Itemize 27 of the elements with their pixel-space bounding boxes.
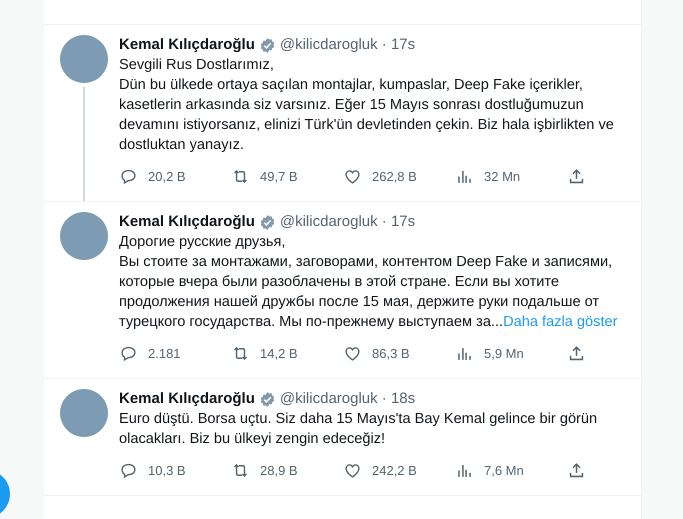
author-name[interactable]: Kemal Kılıçdaroğlu	[119, 35, 255, 55]
stat-count: 10,3 B	[148, 462, 186, 478]
handle-and-time: @kilicdarogluk · 18s	[280, 389, 416, 409]
handle-and-time: @kilicdarogluk · 17s	[280, 35, 416, 55]
tweet-text: Дорогие русские друзья, Вы стоите за монтажами, заговорами, контентом Deep Fake и записями, которые вчера были разоблачены в этой стране. Если вы хотите продолжения нашей дружбы после 15 мая, держите руки подальше от турецкого государства. Мы по-прежнему выступаем за...Daha fazla göster	[119, 233, 618, 332]
stat-count: 20,2 B	[148, 168, 186, 184]
stat-count: 262,8 B	[372, 168, 417, 184]
stat-count: 28,9 B	[260, 462, 298, 478]
stat-count: 86,3 B	[372, 346, 410, 360]
tweet-text: Euro düştü. Borsa uçtu. Siz daha 15 Mayıs'ta Bay Kemal gelince bir görün olacakları. Biz bu ülkeyi zengin edeceğiz!	[119, 410, 598, 449]
stat-count: 49,7 B	[260, 168, 298, 184]
stat-count: 32 Mn	[484, 168, 520, 184]
share-icon[interactable]	[567, 344, 586, 362]
share-icon[interactable]	[567, 166, 586, 186]
author-name[interactable]: Kemal Kılıçdaroğlu	[119, 212, 255, 232]
avatar-placeholder[interactable]	[60, 35, 108, 83]
share-icon[interactable]	[567, 460, 586, 480]
author-name[interactable]: Kemal Kılıçdaroğlu	[119, 389, 255, 409]
stat-count: 2.181	[148, 346, 181, 360]
handle-and-time: @kilicdarogluk · 17s	[280, 212, 416, 232]
stat-count: 14,2 B	[260, 346, 298, 360]
stat-count: 242,2 B	[372, 462, 417, 478]
tweet-text: Sevgili Rus Dostlarımız, Dün bu ülkede ortaya saçılan montajlar, kumpaslar, Deep Fake içerikler, kasetlerin arkasında siz varsınız. Eğer 15 Mayıs sonrası dostluğumuzun devamını istiyorsanız, elinizi Türk'ün devletinden çekin. Biz hala işbirlikten ve dostluktan yanayız.	[119, 56, 615, 155]
avatar-placeholder[interactable]	[60, 389, 108, 437]
stat-count: 5,9 Mn	[484, 346, 524, 360]
avatar-placeholder[interactable]	[60, 212, 108, 260]
stat-count: 7,6 Mn	[484, 462, 524, 478]
